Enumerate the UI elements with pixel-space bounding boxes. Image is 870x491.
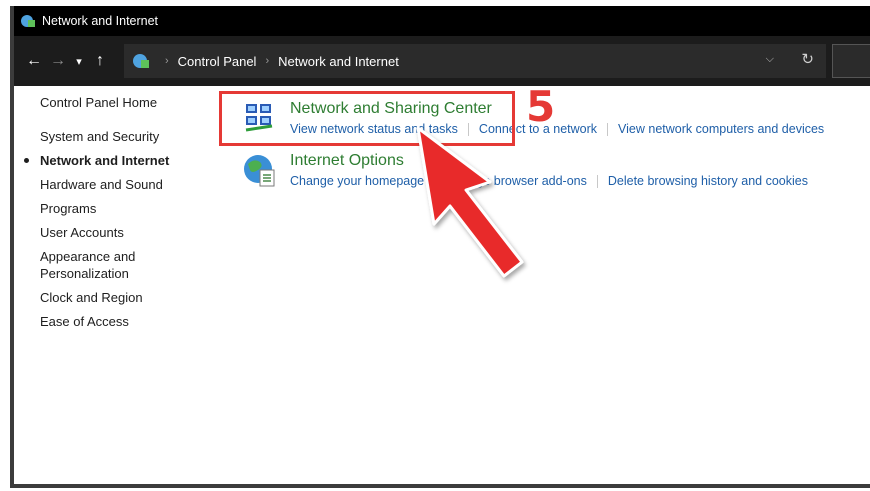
internet-options-link[interactable]: Internet Options [290, 150, 808, 172]
back-arrow-icon[interactable]: ← [22, 52, 46, 70]
window-title: Network and Internet [42, 14, 159, 28]
refresh-icon[interactable]: ↻ [801, 50, 814, 68]
up-arrow-icon[interactable]: ↑ [88, 52, 112, 70]
breadcrumb-control-panel[interactable]: Control Panel [178, 54, 257, 69]
delete-browsing-history-link[interactable]: Delete browsing history and cookies [608, 173, 808, 189]
sidebar-item-user-accounts[interactable]: User Accounts [40, 224, 220, 241]
address-bar[interactable]: › Control Panel › Network and Internet ⌵… [124, 44, 826, 78]
link-divider [607, 123, 609, 136]
sidebar-item-clock-and-region[interactable]: Clock and Region [40, 289, 220, 306]
link-divider [596, 175, 598, 188]
control-panel-icon [21, 15, 35, 27]
sidebar: Control Panel Home System and Security N… [24, 94, 220, 337]
sidebar-item-programs[interactable]: Programs [40, 200, 220, 217]
breadcrumb-separator-icon: › [265, 55, 270, 67]
recent-locations-chevron-icon[interactable]: ▾ [70, 55, 88, 68]
breadcrumb-separator-icon: › [165, 55, 169, 67]
sidebar-item-appearance-and-personalization[interactable]: Appearance and Personalization [40, 248, 140, 282]
search-input[interactable] [832, 44, 870, 78]
control-panel-icon [133, 54, 149, 68]
step-number-annotation: 5 [526, 82, 556, 131]
sidebar-item-system-and-security[interactable]: System and Security [40, 128, 220, 145]
sidebar-item-hardware-and-sound[interactable]: Hardware and Sound [40, 176, 220, 193]
forward-arrow-icon[interactable]: → [46, 52, 70, 70]
address-dropdown-chevron-icon[interactable]: ⌵ [766, 53, 774, 66]
category-internet-options: Internet Options Change your homepage Ma… [242, 150, 824, 206]
highlight-annotation-box [219, 91, 515, 146]
breadcrumb-network-and-internet[interactable]: Network and Internet [278, 54, 399, 69]
title-bar: Network and Internet [14, 6, 870, 36]
sidebar-item-network-and-internet[interactable]: Network and Internet [24, 152, 220, 169]
address-toolbar: ← → ▾ ↑ › Control Panel › Network and In… [14, 36, 870, 86]
change-homepage-link[interactable]: Change your homepage [290, 173, 424, 189]
sidebar-item-control-panel-home[interactable]: Control Panel Home [40, 94, 220, 111]
control-panel-window: Network and Internet ← → ▾ ↑ › Control P… [10, 6, 870, 488]
internet-options-icon [244, 155, 275, 187]
view-network-computers-link[interactable]: View network computers and devices [618, 121, 824, 137]
manage-browser-addons-link[interactable]: Manage browser add-ons [445, 173, 587, 189]
link-divider [434, 175, 436, 188]
sidebar-item-ease-of-access[interactable]: Ease of Access [40, 313, 220, 330]
